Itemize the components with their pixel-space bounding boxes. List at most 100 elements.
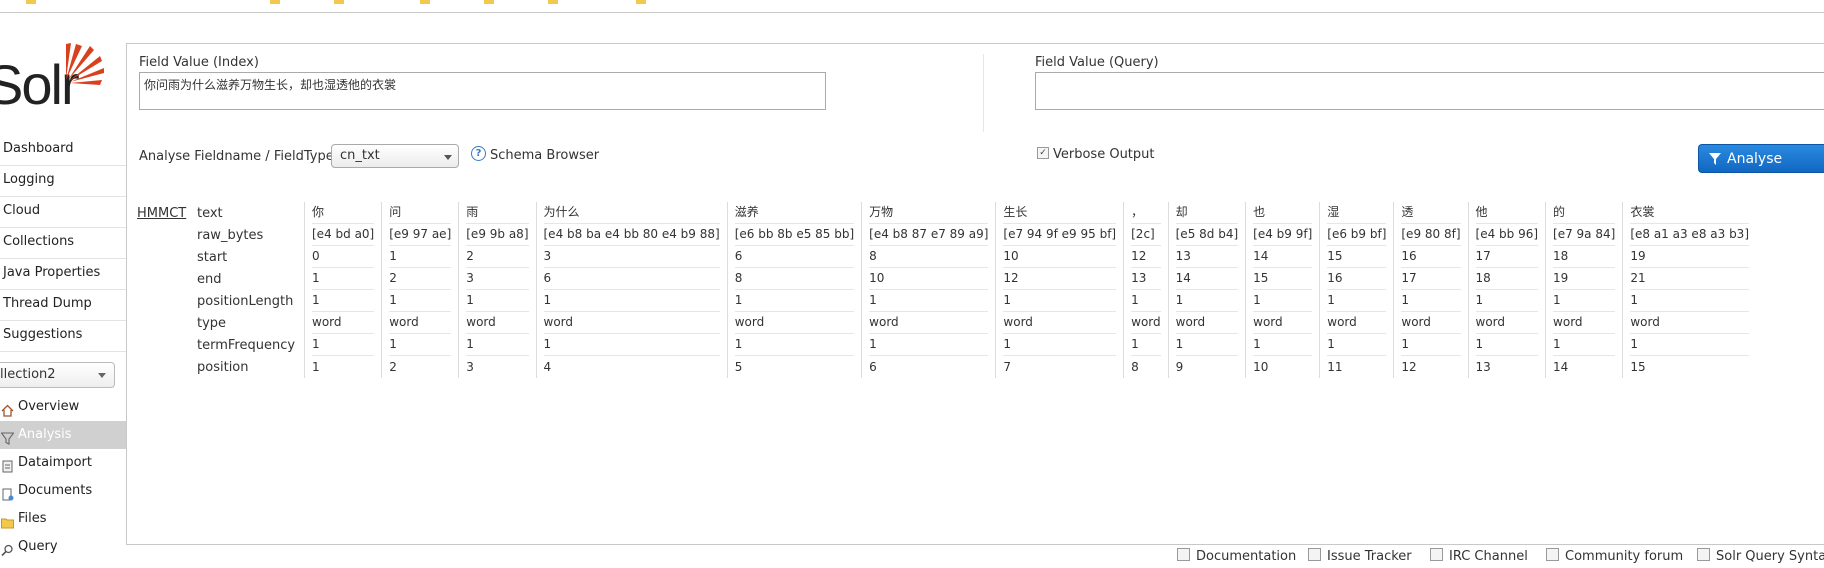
token-type-value: word	[734, 312, 855, 334]
token-cell: 15	[1245, 268, 1320, 290]
token-cell: 3	[458, 268, 536, 290]
token-cell: 却	[1167, 202, 1246, 224]
query-syntax-icon	[1697, 548, 1710, 561]
nav-item-java-properties[interactable]: Java Properties	[0, 259, 126, 290]
core-item-overview[interactable]: Overview	[0, 393, 126, 421]
token-cell: 雨	[458, 202, 536, 224]
token-type-value: word	[869, 312, 989, 334]
token-termFrequency-value: 1	[543, 334, 720, 356]
token-end-value: 14	[1175, 268, 1239, 290]
token-cell: 透	[1393, 202, 1469, 224]
token-cell: 10	[861, 268, 996, 290]
core-item-query[interactable]: Query	[0, 533, 126, 561]
token-cell: 1	[1123, 334, 1169, 356]
token-end-value: 10	[869, 268, 989, 290]
token-cell: [e5 8d b4]	[1167, 224, 1246, 246]
attribute-row-position: position 1 2 3 4 5 6 7 8 9 10 11 12 13 14 15	[197, 356, 1756, 378]
nav-item-logging[interactable]: Logging	[0, 166, 126, 197]
attribute-name: raw_bytes	[197, 227, 264, 243]
home-icon	[1, 400, 14, 417]
token-cell: 15	[1622, 356, 1756, 378]
token-cell: 12	[1393, 356, 1469, 378]
token-raw_bytes-value: [e6 bb 8b e5 85 bb]	[734, 224, 855, 246]
token-cell: [e7 9a 84]	[1545, 224, 1623, 246]
token-start-value: 18	[1553, 246, 1616, 268]
token-text-value: 却	[1175, 202, 1239, 224]
token-cell: 你	[303, 202, 382, 224]
attribute-name: start	[197, 249, 228, 265]
token-cell: 11	[1319, 356, 1394, 378]
token-cell: 也	[1245, 202, 1320, 224]
bookmark-icon	[270, 0, 280, 4]
token-type-value: word	[1475, 312, 1539, 334]
core-selector[interactable]: llection2	[0, 362, 115, 388]
token-positionLength-value: 1	[1253, 290, 1313, 312]
footer-link-community-forum[interactable]: Community forum	[1546, 548, 1683, 564]
token-cell: 10	[995, 246, 1124, 268]
irc-icon	[1430, 548, 1443, 561]
token-start-value: 15	[1327, 246, 1387, 268]
token-cell: 1	[726, 334, 862, 356]
token-termFrequency-value: 1	[1327, 334, 1387, 356]
query-field-value[interactable]	[1035, 72, 1824, 110]
token-termFrequency-value: 1	[466, 334, 529, 356]
footer-link-solr-query-syntax[interactable]: Solr Query Syntax	[1697, 548, 1824, 564]
token-cell: 3	[458, 356, 536, 378]
token-raw_bytes-value: [e9 80 8f]	[1401, 224, 1461, 246]
token-type-value: word	[1253, 312, 1313, 334]
token-cell: 16	[1319, 268, 1394, 290]
token-raw_bytes-value: [e4 b8 87 e7 89 a9]	[869, 224, 989, 246]
token-raw_bytes-value: [e4 bd a0]	[312, 224, 375, 246]
core-item-documents[interactable]: Documents	[0, 477, 126, 505]
token-termFrequency-value: 1	[389, 334, 452, 356]
token-start-value: 6	[734, 246, 855, 268]
index-field-value[interactable]: 你问雨为什么滋养万物生长，却也湿透他的衣裳	[139, 72, 826, 110]
query-field-label: Field Value (Query)	[1035, 55, 1159, 70]
solr-logo[interactable]: Solr	[0, 38, 110, 118]
token-termFrequency-value: 1	[1401, 334, 1461, 356]
token-start-value: 12	[1131, 246, 1161, 268]
token-cell: 1	[861, 334, 996, 356]
fieldtype-select[interactable]: cn_txt	[331, 144, 459, 168]
token-end-value: 21	[1630, 268, 1749, 290]
token-cell: 1	[458, 334, 536, 356]
attribute-row-start: start 0 1 2 3 6 8 10 12 13 14 15 16 17 18 19	[197, 246, 1756, 268]
token-cell: word	[726, 312, 862, 334]
tokenizer-stage-label[interactable]: HMMCT	[137, 206, 186, 221]
chevron-down-icon	[444, 155, 452, 160]
token-start-value: 3	[543, 246, 720, 268]
analysis-token-table: text 你问雨为什么 滋养 万物 生长 ， 却也湿透他的衣裳 raw_bytes [e4 bd…	[197, 202, 1756, 378]
attribute-name: positionLength	[197, 293, 294, 309]
attribute-name: text	[197, 205, 223, 221]
verbose-checkbox[interactable]: ✓	[1037, 147, 1049, 159]
token-raw_bytes-value: [e9 97 ae]	[389, 224, 452, 246]
token-raw_bytes-value: [e5 8d b4]	[1175, 224, 1239, 246]
token-text-value: 滋养	[734, 202, 855, 224]
attribute-name: type	[197, 315, 227, 331]
token-cell: 7	[995, 356, 1124, 378]
token-positionLength-value: 1	[1630, 290, 1749, 312]
core-item-dataimport[interactable]: Dataimport	[0, 449, 126, 477]
token-positionLength-value: 1	[734, 290, 855, 312]
token-cell: word	[1545, 312, 1623, 334]
schema-browser-link[interactable]: Schema Browser	[490, 148, 599, 163]
footer-link-issue-tracker[interactable]: Issue Tracker	[1308, 548, 1412, 564]
token-cell: 8	[861, 246, 996, 268]
main-navigation: Dashboard Logging Cloud Collections Java Pro…	[0, 135, 126, 352]
core-item-files[interactable]: Files	[0, 505, 126, 533]
token-cell: 1	[381, 334, 459, 356]
nav-item-dashboard[interactable]: Dashboard	[0, 135, 126, 166]
nav-item-thread-dump[interactable]: Thread Dump	[0, 290, 126, 321]
token-cell: 4	[535, 356, 728, 378]
footer-link-documentation[interactable]: Documentation	[1177, 548, 1296, 564]
core-item-label: Files	[18, 511, 47, 526]
footer-link-irc-channel[interactable]: IRC Channel	[1430, 548, 1528, 564]
token-raw_bytes-value: [2c]	[1131, 224, 1161, 246]
nav-item-cloud[interactable]: Cloud	[0, 197, 126, 228]
token-cell: 1	[1467, 334, 1546, 356]
analyse-values-button[interactable]: Analyse Values	[1698, 144, 1824, 195]
nav-item-collections[interactable]: Collections	[0, 228, 126, 259]
nav-item-suggestions[interactable]: Suggestions	[0, 321, 126, 352]
core-item-analysis[interactable]: Analysis	[0, 421, 126, 449]
token-position-value: 2	[389, 359, 397, 374]
